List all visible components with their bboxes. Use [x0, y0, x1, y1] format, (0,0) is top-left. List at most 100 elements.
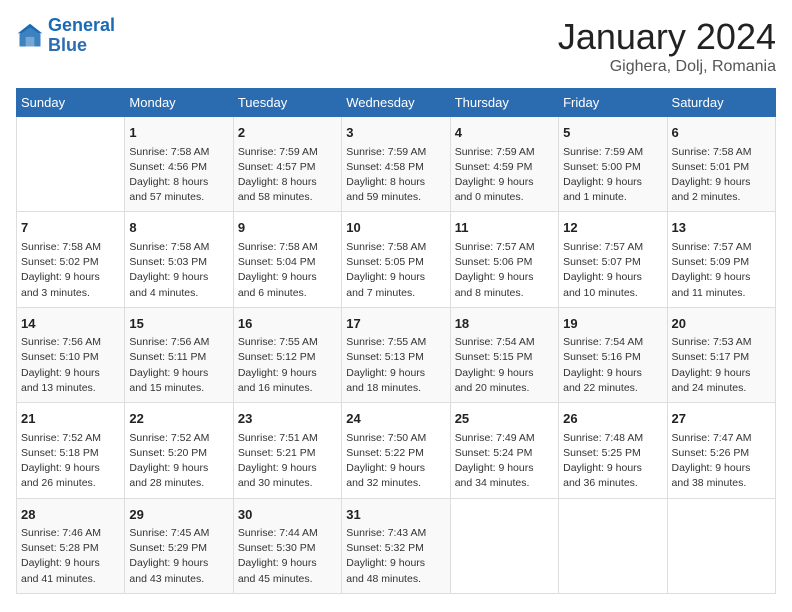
calendar-cell: 28Sunrise: 7:46 AM Sunset: 5:28 PM Dayli… [17, 498, 125, 593]
calendar-cell: 22Sunrise: 7:52 AM Sunset: 5:20 PM Dayli… [125, 403, 233, 498]
day-number: 1 [129, 123, 228, 143]
calendar-week-row: 14Sunrise: 7:56 AM Sunset: 5:10 PM Dayli… [17, 307, 776, 402]
day-info: Sunrise: 7:44 AM Sunset: 5:30 PM Dayligh… [238, 526, 337, 587]
day-info: Sunrise: 7:58 AM Sunset: 5:05 PM Dayligh… [346, 240, 445, 301]
calendar-cell: 1Sunrise: 7:58 AM Sunset: 4:56 PM Daylig… [125, 117, 233, 212]
calendar-cell: 3Sunrise: 7:59 AM Sunset: 4:58 PM Daylig… [342, 117, 450, 212]
weekday-header: Sunday [17, 89, 125, 117]
calendar-cell: 24Sunrise: 7:50 AM Sunset: 5:22 PM Dayli… [342, 403, 450, 498]
calendar-week-row: 7Sunrise: 7:58 AM Sunset: 5:02 PM Daylig… [17, 212, 776, 307]
day-number: 18 [455, 314, 554, 334]
day-number: 3 [346, 123, 445, 143]
day-number: 19 [563, 314, 662, 334]
weekday-header: Monday [125, 89, 233, 117]
header-row: SundayMondayTuesdayWednesdayThursdayFrid… [17, 89, 776, 117]
calendar-cell: 5Sunrise: 7:59 AM Sunset: 5:00 PM Daylig… [559, 117, 667, 212]
day-info: Sunrise: 7:57 AM Sunset: 5:07 PM Dayligh… [563, 240, 662, 301]
day-number: 2 [238, 123, 337, 143]
calendar-cell: 11Sunrise: 7:57 AM Sunset: 5:06 PM Dayli… [450, 212, 558, 307]
calendar-cell: 8Sunrise: 7:58 AM Sunset: 5:03 PM Daylig… [125, 212, 233, 307]
day-info: Sunrise: 7:47 AM Sunset: 5:26 PM Dayligh… [672, 431, 771, 492]
calendar-cell: 6Sunrise: 7:58 AM Sunset: 5:01 PM Daylig… [667, 117, 775, 212]
calendar-cell: 12Sunrise: 7:57 AM Sunset: 5:07 PM Dayli… [559, 212, 667, 307]
day-number: 20 [672, 314, 771, 334]
day-number: 28 [21, 505, 120, 525]
day-info: Sunrise: 7:56 AM Sunset: 5:11 PM Dayligh… [129, 335, 228, 396]
calendar-cell: 2Sunrise: 7:59 AM Sunset: 4:57 PM Daylig… [233, 117, 341, 212]
day-info: Sunrise: 7:49 AM Sunset: 5:24 PM Dayligh… [455, 431, 554, 492]
calendar-cell: 18Sunrise: 7:54 AM Sunset: 5:15 PM Dayli… [450, 307, 558, 402]
day-number: 10 [346, 218, 445, 238]
day-number: 11 [455, 218, 554, 238]
day-info: Sunrise: 7:59 AM Sunset: 4:59 PM Dayligh… [455, 145, 554, 206]
calendar-cell: 7Sunrise: 7:58 AM Sunset: 5:02 PM Daylig… [17, 212, 125, 307]
day-info: Sunrise: 7:58 AM Sunset: 5:01 PM Dayligh… [672, 145, 771, 206]
day-info: Sunrise: 7:55 AM Sunset: 5:12 PM Dayligh… [238, 335, 337, 396]
day-number: 5 [563, 123, 662, 143]
day-number: 7 [21, 218, 120, 238]
calendar-cell: 23Sunrise: 7:51 AM Sunset: 5:21 PM Dayli… [233, 403, 341, 498]
weekday-header: Tuesday [233, 89, 341, 117]
day-number: 23 [238, 409, 337, 429]
day-info: Sunrise: 7:52 AM Sunset: 5:20 PM Dayligh… [129, 431, 228, 492]
calendar-table: SundayMondayTuesdayWednesdayThursdayFrid… [16, 88, 776, 594]
day-number: 25 [455, 409, 554, 429]
calendar-cell [450, 498, 558, 593]
day-info: Sunrise: 7:43 AM Sunset: 5:32 PM Dayligh… [346, 526, 445, 587]
day-info: Sunrise: 7:48 AM Sunset: 5:25 PM Dayligh… [563, 431, 662, 492]
day-info: Sunrise: 7:56 AM Sunset: 5:10 PM Dayligh… [21, 335, 120, 396]
calendar-cell: 27Sunrise: 7:47 AM Sunset: 5:26 PM Dayli… [667, 403, 775, 498]
calendar-cell: 30Sunrise: 7:44 AM Sunset: 5:30 PM Dayli… [233, 498, 341, 593]
month-title: January 2024 [558, 16, 776, 58]
page-header: GeneralBlue January 2024 Gighera, Dolj, … [16, 16, 776, 76]
weekday-header: Thursday [450, 89, 558, 117]
day-info: Sunrise: 7:58 AM Sunset: 5:04 PM Dayligh… [238, 240, 337, 301]
day-number: 17 [346, 314, 445, 334]
day-number: 9 [238, 218, 337, 238]
calendar-cell: 15Sunrise: 7:56 AM Sunset: 5:11 PM Dayli… [125, 307, 233, 402]
day-info: Sunrise: 7:46 AM Sunset: 5:28 PM Dayligh… [21, 526, 120, 587]
calendar-week-row: 28Sunrise: 7:46 AM Sunset: 5:28 PM Dayli… [17, 498, 776, 593]
calendar-cell: 29Sunrise: 7:45 AM Sunset: 5:29 PM Dayli… [125, 498, 233, 593]
location: Gighera, Dolj, Romania [558, 58, 776, 76]
day-info: Sunrise: 7:58 AM Sunset: 4:56 PM Dayligh… [129, 145, 228, 206]
calendar-cell: 9Sunrise: 7:58 AM Sunset: 5:04 PM Daylig… [233, 212, 341, 307]
day-info: Sunrise: 7:53 AM Sunset: 5:17 PM Dayligh… [672, 335, 771, 396]
day-number: 16 [238, 314, 337, 334]
logo-text: GeneralBlue [48, 16, 115, 56]
title-block: January 2024 Gighera, Dolj, Romania [558, 16, 776, 76]
day-info: Sunrise: 7:57 AM Sunset: 5:09 PM Dayligh… [672, 240, 771, 301]
day-info: Sunrise: 7:59 AM Sunset: 4:58 PM Dayligh… [346, 145, 445, 206]
weekday-header: Wednesday [342, 89, 450, 117]
calendar-cell: 14Sunrise: 7:56 AM Sunset: 5:10 PM Dayli… [17, 307, 125, 402]
day-number: 22 [129, 409, 228, 429]
calendar-cell: 10Sunrise: 7:58 AM Sunset: 5:05 PM Dayli… [342, 212, 450, 307]
calendar-cell: 21Sunrise: 7:52 AM Sunset: 5:18 PM Dayli… [17, 403, 125, 498]
day-info: Sunrise: 7:54 AM Sunset: 5:16 PM Dayligh… [563, 335, 662, 396]
day-number: 12 [563, 218, 662, 238]
day-number: 26 [563, 409, 662, 429]
calendar-cell: 4Sunrise: 7:59 AM Sunset: 4:59 PM Daylig… [450, 117, 558, 212]
calendar-cell: 20Sunrise: 7:53 AM Sunset: 5:17 PM Dayli… [667, 307, 775, 402]
day-number: 24 [346, 409, 445, 429]
day-info: Sunrise: 7:57 AM Sunset: 5:06 PM Dayligh… [455, 240, 554, 301]
day-number: 29 [129, 505, 228, 525]
day-number: 14 [21, 314, 120, 334]
logo: GeneralBlue [16, 16, 115, 56]
day-number: 13 [672, 218, 771, 238]
day-info: Sunrise: 7:58 AM Sunset: 5:03 PM Dayligh… [129, 240, 228, 301]
weekday-header: Saturday [667, 89, 775, 117]
calendar-cell [667, 498, 775, 593]
day-info: Sunrise: 7:50 AM Sunset: 5:22 PM Dayligh… [346, 431, 445, 492]
calendar-week-row: 1Sunrise: 7:58 AM Sunset: 4:56 PM Daylig… [17, 117, 776, 212]
day-info: Sunrise: 7:45 AM Sunset: 5:29 PM Dayligh… [129, 526, 228, 587]
day-number: 21 [21, 409, 120, 429]
calendar-cell: 17Sunrise: 7:55 AM Sunset: 5:13 PM Dayli… [342, 307, 450, 402]
day-number: 31 [346, 505, 445, 525]
day-info: Sunrise: 7:51 AM Sunset: 5:21 PM Dayligh… [238, 431, 337, 492]
calendar-cell [559, 498, 667, 593]
day-number: 6 [672, 123, 771, 143]
calendar-cell: 19Sunrise: 7:54 AM Sunset: 5:16 PM Dayli… [559, 307, 667, 402]
calendar-week-row: 21Sunrise: 7:52 AM Sunset: 5:18 PM Dayli… [17, 403, 776, 498]
calendar-cell: 25Sunrise: 7:49 AM Sunset: 5:24 PM Dayli… [450, 403, 558, 498]
